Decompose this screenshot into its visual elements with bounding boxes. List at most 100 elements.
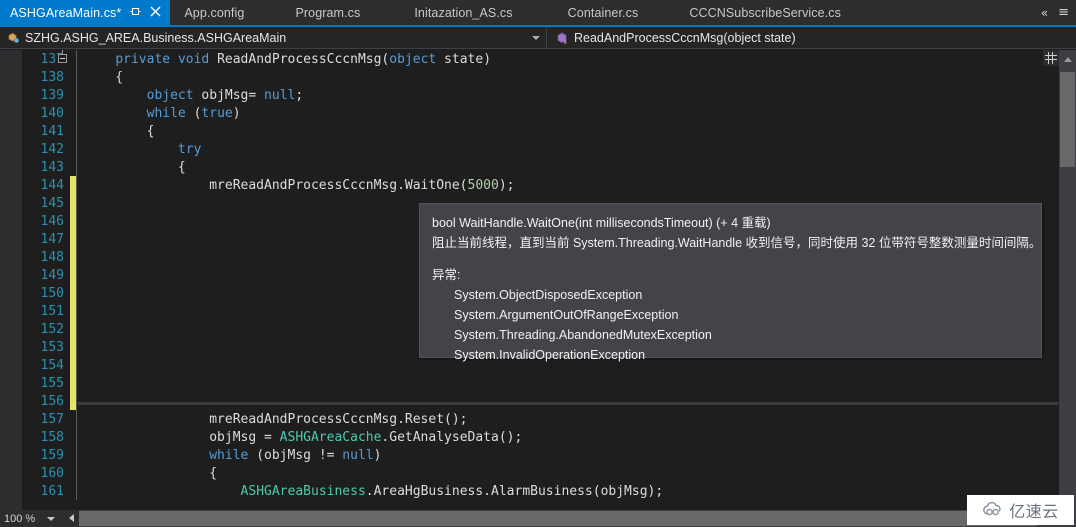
line-number: 142 xyxy=(40,141,64,157)
code-text: { xyxy=(78,124,1076,139)
horizontal-scrollbar[interactable] xyxy=(62,510,1076,527)
line-number: 141 xyxy=(40,123,64,139)
code-token: ; xyxy=(295,87,304,103)
tab-label: ASHGAreaMain.cs* xyxy=(10,5,122,20)
collapse-outlining-icon[interactable] xyxy=(58,54,67,63)
line-number: 145 xyxy=(40,195,64,211)
line-number: 155 xyxy=(40,375,64,391)
tab-label: Program.cs xyxy=(295,5,361,20)
tooltip-exception-item: System.ObjectDisposedException xyxy=(454,288,643,302)
code-line[interactable]: 156 xyxy=(22,392,1076,410)
gutter-rule xyxy=(76,446,78,464)
tooltip-exception-item: System.Threading.AbandonedMutexException xyxy=(454,328,712,342)
tab-label: CCCNSubscribeService.cs xyxy=(689,5,841,20)
code-text: try xyxy=(78,142,1076,157)
code-text: object objMsg= null; xyxy=(78,88,1076,103)
code-line[interactable]: 158 objMsg = ASHGAreaCache.GetAnalyseDat… xyxy=(22,428,1076,446)
code-text: while (true) xyxy=(78,106,1076,121)
line-number: 159 xyxy=(40,447,64,463)
member-dropdown[interactable]: a ReadAndProcessCccnMsg(object state) xyxy=(547,27,1076,49)
gutter-rule xyxy=(76,248,78,266)
tab-strip-overflow-controls: « ≡ xyxy=(1041,0,1076,25)
code-line[interactable]: 142 try xyxy=(22,140,1076,158)
scroll-left-button[interactable] xyxy=(62,510,79,527)
code-text: mreReadAndProcessCccnMsg.Reset(); xyxy=(78,412,1076,427)
code-line[interactable]: 140 while (true) xyxy=(22,104,1076,122)
line-number: 158 xyxy=(40,429,64,445)
type-dropdown-value: SZHG.ASHG_AREA.Business.ASHGAreaMain xyxy=(25,30,287,45)
gutter-rule xyxy=(76,86,78,104)
code-line[interactable]: 157 mreReadAndProcessCccnMsg.Reset(); xyxy=(22,410,1076,428)
quick-info-tooltip: bool WaitHandle.WaitOne(int milliseconds… xyxy=(419,203,1042,362)
code-text: ASHGAreaBusiness.AreaHgBusiness.AlarmBus… xyxy=(78,484,1076,499)
code-token: ReadAndProcessCccnMsg( xyxy=(209,51,390,67)
code-token: object xyxy=(146,87,194,103)
close-icon[interactable] xyxy=(150,6,161,20)
scroll-up-button[interactable] xyxy=(1059,50,1076,67)
code-token: mreReadAndProcessCccnMsg.Reset(); xyxy=(84,411,468,427)
code-line[interactable]: 160 { xyxy=(22,464,1076,482)
gutter-rule xyxy=(76,374,78,392)
code-line[interactable]: 141 { xyxy=(22,122,1076,140)
gutter-rule xyxy=(76,230,78,248)
code-text: { xyxy=(78,70,1076,85)
method-icon: a xyxy=(555,31,569,45)
code-line[interactable]: 144 mreReadAndProcessCccnMsg.WaitOne(500… xyxy=(22,176,1076,194)
code-text: private void ReadAndProcessCccnMsg(objec… xyxy=(78,52,1076,67)
chevron-double-left-icon[interactable]: « xyxy=(1041,6,1048,20)
pin-icon[interactable] xyxy=(130,6,141,19)
code-line[interactable]: 161 ASHGAreaBusiness.AreaHgBusiness.Alar… xyxy=(22,482,1076,500)
zoom-level-label: 100 % xyxy=(4,512,36,525)
vertical-scrollbar[interactable] xyxy=(1059,50,1076,510)
vertical-scrollbar-thumb[interactable] xyxy=(1060,72,1075,167)
gutter-rule xyxy=(76,356,78,374)
line-number: 152 xyxy=(40,321,64,337)
tab-list-icon[interactable]: ≡ xyxy=(1058,5,1069,20)
code-line[interactable]: 138 { xyxy=(22,68,1076,86)
line-number: 154 xyxy=(40,357,64,373)
code-token: true xyxy=(201,105,233,121)
tab-cccnsubscribeservice-cs[interactable]: CCCNSubscribeService.cs xyxy=(647,0,850,25)
visual-studio-editor-window: ASHGAreaMain.cs* App.config Program.cs I… xyxy=(0,0,1076,527)
code-line[interactable]: 143 { xyxy=(22,158,1076,176)
editor-split-handle[interactable] xyxy=(1043,50,1059,66)
tab-container-cs[interactable]: Container.cs xyxy=(522,0,648,25)
tab-ashgareamain-cs[interactable]: ASHGAreaMain.cs* xyxy=(0,0,171,25)
code-text: { xyxy=(78,466,1076,481)
svg-text:a: a xyxy=(564,39,567,45)
code-token: while xyxy=(209,447,249,463)
gutter-rule xyxy=(76,302,78,320)
line-number: 150 xyxy=(40,285,64,301)
tooltip-description: 阻止当前线程，直到当前 System.Threading.WaitHandle … xyxy=(432,236,1042,250)
line-number: 144 xyxy=(40,177,64,193)
code-token: { xyxy=(84,69,124,85)
code-text: mreReadAndProcessCccnMsg.WaitOne(5000); xyxy=(78,178,1076,193)
type-dropdown[interactable]: SZHG.ASHG_AREA.Business.ASHGAreaMain xyxy=(0,27,546,49)
gutter-rule xyxy=(76,122,78,140)
chevron-down-icon[interactable] xyxy=(532,35,540,40)
tab-app-config[interactable]: App.config xyxy=(170,0,253,25)
line-number: 148 xyxy=(40,249,64,265)
tab-program-cs[interactable]: Program.cs xyxy=(253,0,369,25)
line-number: 138 xyxy=(40,69,64,85)
line-number: 156 xyxy=(40,393,64,409)
chevron-down-icon[interactable] xyxy=(47,517,55,521)
code-text: objMsg = ASHGAreaCache.GetAnalyseData(); xyxy=(78,430,1076,445)
code-token: private xyxy=(115,51,171,67)
gutter-rule xyxy=(76,320,78,338)
code-line[interactable]: 159 while (objMsg != null) xyxy=(22,446,1076,464)
code-line[interactable]: 137 private void ReadAndProcessCccnMsg(o… xyxy=(22,50,1076,68)
code-line[interactable]: 155 xyxy=(22,374,1076,392)
tab-initazation-as-cs[interactable]: Initazation_AS.cs xyxy=(369,0,521,25)
gutter-rule xyxy=(76,428,78,446)
code-line[interactable]: 139 object objMsg= null; xyxy=(22,86,1076,104)
horizontal-scrollbar-thumb[interactable] xyxy=(79,511,1037,526)
watermark: 亿速云 xyxy=(967,495,1074,525)
line-number: 157 xyxy=(40,411,64,427)
tooltip-exception-item: System.ArgumentOutOfRangeException xyxy=(454,308,679,322)
zoom-level-dropdown[interactable]: 100 % xyxy=(0,510,62,527)
gutter-rule xyxy=(76,284,78,302)
gutter-rule xyxy=(76,50,78,68)
